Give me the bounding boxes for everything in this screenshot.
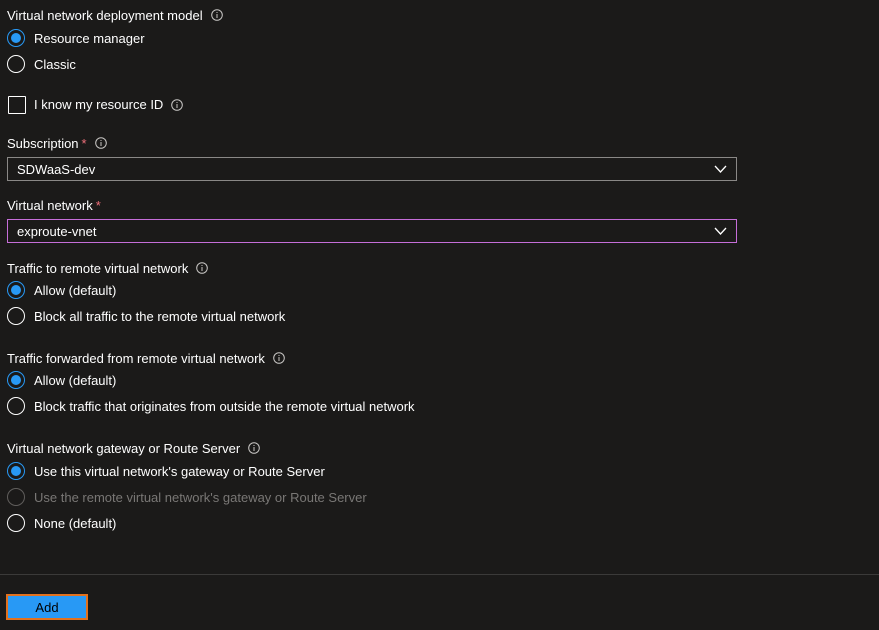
- virtual-network-label-text: Virtual network: [7, 198, 93, 213]
- add-button[interactable]: Add: [6, 594, 88, 620]
- subscription-label: Subscription *: [7, 136, 107, 152]
- radio-traffic-to-remote-block[interactable]: Block all traffic to the remote virtual …: [7, 306, 285, 326]
- subscription-label-text: Subscription: [7, 136, 79, 151]
- required-marker: *: [81, 136, 87, 151]
- info-icon[interactable]: [171, 98, 184, 111]
- chevron-down-icon: [714, 165, 727, 173]
- resource-id-label: I know my resource ID: [34, 97, 164, 112]
- radio-label: Block all traffic to the remote virtual …: [34, 308, 286, 324]
- info-icon[interactable]: [94, 137, 107, 149]
- radio-button[interactable]: [7, 462, 25, 480]
- radio-label: None (default): [34, 515, 117, 531]
- radio-classic[interactable]: Classic: [7, 54, 76, 74]
- deployment-model-label-text: Virtual network deployment model: [7, 8, 203, 23]
- radio-button[interactable]: [7, 55, 25, 73]
- radio-button[interactable]: [7, 307, 25, 325]
- subscription-dropdown[interactable]: SDWaaS-dev: [7, 157, 737, 181]
- chevron-down-icon: [714, 227, 727, 235]
- radio-label: Allow (default): [34, 372, 117, 388]
- traffic-forwarded-label: Traffic forwarded from remote virtual ne…: [7, 351, 285, 367]
- radio-traffic-forwarded-allow[interactable]: Allow (default): [7, 370, 116, 390]
- radio-button[interactable]: [7, 371, 25, 389]
- traffic-to-remote-label-text: Traffic to remote virtual network: [7, 261, 189, 276]
- gateway-label-text: Virtual network gateway or Route Server: [7, 441, 241, 456]
- radio-label: Resource manager: [34, 30, 145, 46]
- radio-button[interactable]: [7, 514, 25, 532]
- footer-divider: [0, 574, 879, 575]
- resource-id-checkbox-row[interactable]: I know my resource ID: [8, 95, 184, 114]
- radio-gateway-this[interactable]: Use this virtual network's gateway or Ro…: [7, 461, 325, 481]
- traffic-forwarded-label-text: Traffic forwarded from remote virtual ne…: [7, 351, 265, 366]
- info-icon[interactable]: [210, 9, 223, 21]
- virtual-network-label: Virtual network *: [7, 198, 101, 214]
- radio-traffic-forwarded-block[interactable]: Block traffic that originates from outsi…: [7, 396, 415, 416]
- radio-gateway-none[interactable]: None (default): [7, 513, 116, 533]
- virtual-network-value: exproute-vnet: [17, 223, 97, 239]
- radio-label: Classic: [34, 56, 76, 72]
- radio-resource-manager[interactable]: Resource manager: [7, 28, 145, 48]
- radio-gateway-remote: Use the remote virtual network's gateway…: [7, 487, 367, 507]
- radio-traffic-to-remote-allow[interactable]: Allow (default): [7, 280, 116, 300]
- required-marker: *: [95, 198, 101, 213]
- radio-label: Use this virtual network's gateway or Ro…: [34, 463, 325, 479]
- info-icon[interactable]: [248, 442, 260, 454]
- radio-button[interactable]: [7, 29, 25, 47]
- subscription-value: SDWaaS-dev: [17, 161, 96, 177]
- gateway-label: Virtual network gateway or Route Server: [7, 441, 260, 457]
- radio-button[interactable]: [7, 397, 25, 415]
- radio-label: Allow (default): [34, 282, 117, 298]
- traffic-to-remote-label: Traffic to remote virtual network: [7, 261, 209, 277]
- radio-label: Use the remote virtual network's gateway…: [34, 489, 367, 505]
- info-icon[interactable]: [273, 352, 285, 364]
- radio-label: Block traffic that originates from outsi…: [34, 398, 415, 414]
- radio-button: [7, 488, 25, 506]
- radio-button[interactable]: [7, 281, 25, 299]
- deployment-model-label: Virtual network deployment model: [7, 8, 223, 24]
- virtual-network-dropdown[interactable]: exproute-vnet: [7, 219, 737, 243]
- resource-id-checkbox[interactable]: [8, 95, 26, 114]
- info-icon[interactable]: [196, 262, 209, 274]
